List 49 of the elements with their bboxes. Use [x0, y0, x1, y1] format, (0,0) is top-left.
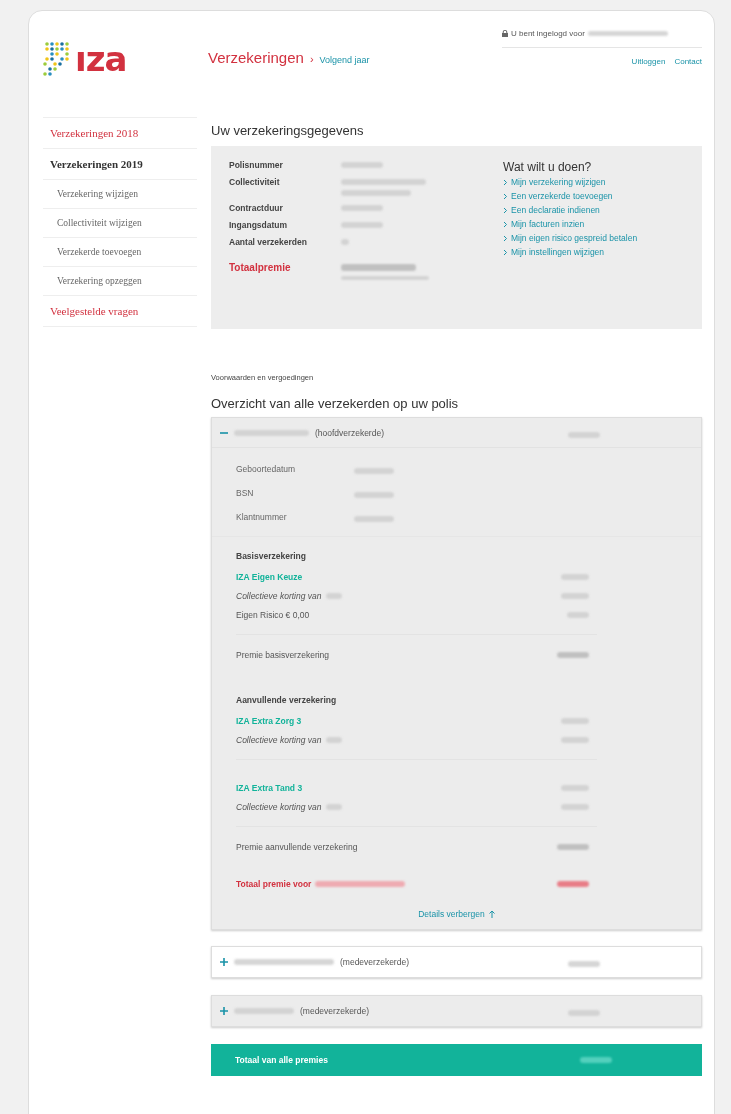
insured-role: (medeverzekerde) [300, 1006, 369, 1016]
product-link[interactable]: IZA Eigen Keuze [236, 571, 303, 582]
sidebar-item[interactable]: Verzekeringen 2019 [43, 148, 197, 179]
action-link[interactable]: Een declaratie indienen [503, 205, 686, 215]
sidebar-item[interactable]: Veelgestelde vragen [43, 295, 197, 327]
product-link[interactable]: IZA Extra Tand 3 [236, 782, 303, 793]
action-link[interactable]: Mijn instellingen wijzigen [503, 247, 686, 257]
breadcrumb-section: Verzekeringen [208, 49, 304, 66]
actions-title: Wat wilt u doen? [503, 160, 593, 174]
action-link[interactable]: Mijn verzekering wijzigen [503, 177, 686, 187]
action-link[interactable]: Mijn eigen risico gespreid betalen [503, 233, 686, 243]
breadcrumb-current: Volgend jaar [319, 55, 370, 65]
section-title: Aanvullende verzekering [236, 695, 338, 705]
sidebar-item[interactable]: Verzekering opzeggen [43, 266, 197, 295]
total-label: Totaal premie voor [236, 879, 312, 889]
sidebar-item[interactable]: Verzekering wijzigen [43, 179, 197, 208]
sidebar-item[interactable]: Verzekeringen 2018 [43, 117, 197, 148]
discount-label: Collectieve korting van [236, 801, 322, 812]
logo-text: ıza [75, 39, 127, 79]
line-label: Eigen Risico € 0,00 [236, 609, 310, 620]
subtotal-label: Premie basisverzekering [236, 650, 330, 660]
field-label: BSN [236, 488, 255, 498]
breadcrumb-separator: › [309, 53, 314, 65]
section-heading: Overzicht van alle verzekerden op uw polis [211, 396, 460, 411]
sidebar-item[interactable]: Verzekerde toevoegen [43, 237, 197, 266]
action-link[interactable]: Mijn facturen inzien [503, 219, 686, 229]
subtotal-label: Premie aanvullende verzekering [236, 842, 358, 852]
action-link[interactable]: Een verzekerde toevoegen [503, 191, 686, 201]
field-label: Ingangsdatum [229, 220, 289, 230]
field-label: Collectiviteit [229, 177, 281, 189]
login-text: U bent ingelogd voor [511, 29, 585, 38]
field-label: Klantnummer [236, 512, 288, 522]
field-label: Contractduur [229, 203, 284, 213]
field-label: Polisnummer [229, 160, 284, 170]
section-title: Basisverzekering [236, 551, 307, 561]
field-label: Aantal verzekerden [229, 237, 308, 247]
product-link[interactable]: IZA Extra Zorg 3 [236, 715, 302, 726]
sidebar-item[interactable]: Collectiviteit wijzigen [43, 208, 197, 237]
section-heading: Uw verzekeringsgegevens [211, 123, 365, 138]
discount-label: Collectieve korting van [236, 734, 322, 745]
insured-role: (medeverzekerde) [340, 957, 409, 967]
header-link[interactable]: Contact [674, 57, 702, 66]
header-link[interactable]: Uitloggen [631, 57, 666, 66]
grand-total-label: Totaal van alle premies [235, 1055, 328, 1065]
field-label: Totaalpremie [229, 262, 292, 275]
discount-label: Collectieve korting van [236, 590, 322, 601]
field-label: Geboortedatum [236, 464, 297, 474]
insured-role: (hoofdverzekerde) [315, 427, 384, 438]
details-toggle[interactable]: Details verbergen [212, 901, 701, 929]
